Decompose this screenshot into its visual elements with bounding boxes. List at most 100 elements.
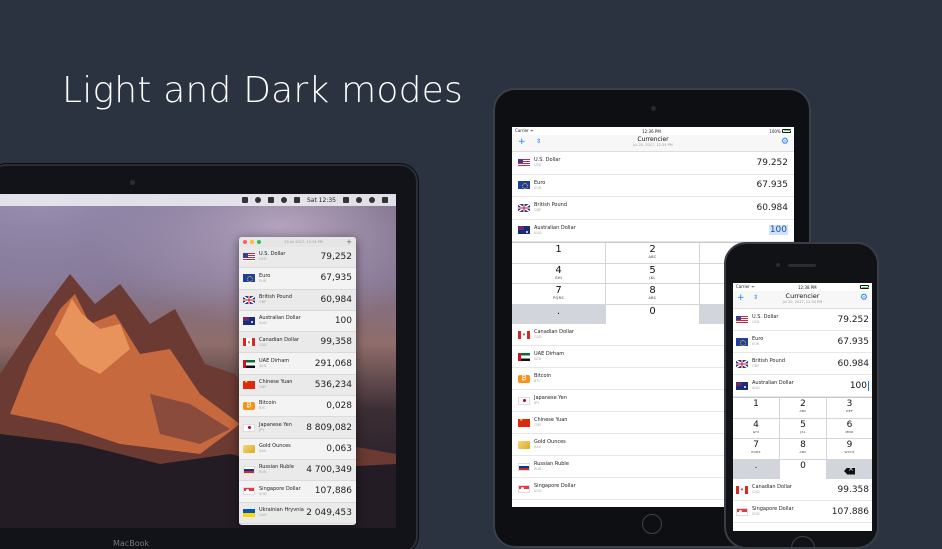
settings-gear-icon[interactable]: ⚙ [860,294,868,303]
currency-value[interactable]: 60.984 [838,359,870,369]
currency-row-eur[interactable]: Euro EUR 67.935 [512,174,794,197]
currency-value[interactable]: 79.252 [838,315,870,325]
bluetooth-icon[interactable] [267,197,274,203]
decimal-key[interactable]: . [512,304,605,324]
key-7[interactable]: 7 PQRS [512,284,605,304]
menubar-time[interactable]: Sat 12:35 [307,197,336,204]
key-8[interactable]: 8 ABC [606,284,699,304]
currency-value[interactable]: 60.984 [757,203,789,213]
currency-value[interactable]: 107,886 [315,486,352,496]
currency-row-usd[interactable]: U.S. Dollar USD 79,252 [239,247,356,269]
user-icon[interactable] [343,197,349,203]
currency-row-gbp[interactable]: British Pound GBP 60.984 [733,353,872,375]
ca-flag-icon [736,485,748,494]
macbook-device: Sat 12:35 20 Jul 2017, 12:34 PM + U.S. D… [0,164,418,549]
currency-row-eur[interactable]: Euro EUR 67,935 [239,268,356,290]
backspace-key[interactable] [827,459,872,479]
menu-list-icon[interactable] [382,197,388,203]
currency-row-xau[interactable]: Gold Ounces XAU 0,063 [239,438,356,460]
key-digit: 1 [555,244,562,255]
key-8[interactable]: 8 ABC [780,439,826,459]
minimize-window-button[interactable] [250,240,254,244]
currency-row-aed[interactable]: UAE Dirham AED 291,068 [239,353,356,375]
reorder-button[interactable]: ⇕ [536,139,541,145]
currency-row-eur[interactable]: Euro EUR 67.935 [733,331,872,353]
currency-value[interactable]: 99,358 [321,337,353,347]
currency-value[interactable]: 100 [768,225,788,236]
currency-value[interactable]: 4 700,349 [306,465,352,475]
key-5[interactable]: 5 JKL [780,418,826,438]
battery-icon[interactable] [293,197,300,203]
currency-value[interactable]: 0,063 [326,444,352,454]
add-currency-button[interactable]: + [737,294,745,303]
ru-flag-icon [243,466,255,475]
currency-value[interactable]: 99.358 [838,485,870,495]
currency-value[interactable]: 67,935 [321,273,353,283]
currency-row-usd[interactable]: U.S. Dollar USD 79.252 [512,152,794,175]
key-2[interactable]: 2 ABC [780,398,826,418]
currency-row-rub[interactable]: Russian Ruble RUB 4 700,349 [239,459,356,482]
currency-row-usd[interactable]: U.S. Dollar USD 79.252 [733,309,872,331]
home-button[interactable] [642,514,662,534]
key-7[interactable]: 7 PQRS [733,439,779,459]
decimal-key[interactable]: . [733,459,779,479]
home-button[interactable] [791,536,815,549]
currency-row-uah[interactable]: Ukrainian Hryvnia UAH 2 049,453 [239,502,356,524]
currency-value[interactable]: 67.935 [838,337,870,347]
close-window-button[interactable] [243,240,247,244]
currency-row-jpy[interactable]: Japanese Yen JPY 8 809,082 [239,417,356,439]
currency-row-btc[interactable]: BitcoinBTC0,028 [239,396,356,418]
key-1[interactable]: 1 [733,398,779,418]
currency-name: Australian Dollar [534,224,576,231]
currency-row-aud[interactable]: Australian Dollar AUD 100 [733,375,872,397]
key-6[interactable]: 6 MNO [827,418,872,438]
ca-flag-icon [243,338,255,347]
zoom-window-button[interactable] [257,240,261,244]
time-machine-icon[interactable] [254,197,261,203]
key-0[interactable]: 0 [606,304,699,324]
currency-value[interactable]: 291,068 [315,359,352,369]
currency-row-cad[interactable]: Canadian Dollar CAD 99,358 [239,332,356,354]
key-2[interactable]: 2 ABC [606,243,699,263]
currency-row-cad[interactable]: Canadian Dollar CAD 99.358 [733,479,872,501]
currency-row-gbp[interactable]: British Pound GBP 60,984 [239,289,356,311]
currency-value[interactable]: 67.935 [757,180,789,190]
key-3[interactable]: 3 DEF [827,398,872,418]
currency-value[interactable]: 2 049,453 [306,508,352,518]
currency-value[interactable]: 107.886 [832,507,869,517]
key-1[interactable]: 1 [512,243,605,263]
currency-row-aud[interactable]: Australian Dollar AUD 100 [512,219,794,242]
au-flag-icon [736,381,748,390]
add-currency-button[interactable]: + [346,238,352,246]
currency-value[interactable]: 60,984 [321,295,353,305]
key-5[interactable]: 5 JKL [606,263,699,283]
currency-code: AUD [534,230,542,235]
key-letters: ABC [799,450,807,454]
currency-value[interactable]: 536,234 [315,380,352,390]
currency-value[interactable]: 79.252 [757,158,789,168]
currency-row-sgd[interactable]: Singapore Dollar SGD 107,886 [239,481,356,503]
add-currency-button[interactable]: + [518,138,526,147]
currency-value[interactable]: 0,028 [326,401,352,411]
currencier-menu-icon[interactable] [369,197,375,203]
key-0[interactable]: 0 [780,459,826,479]
currency-row-cny[interactable]: Chinese YuanCNY536,234 [239,374,356,397]
iphone-currency-list-bottom: Canadian Dollar CAD 99.358 Singapore Dollar… [733,479,872,523]
currency-row-aud[interactable]: Australian Dollar AUD 100 [239,310,356,333]
key-9[interactable]: 9 WXYZ [827,439,872,459]
wifi-icon[interactable] [280,197,287,203]
key-4[interactable]: 4 GHI [733,418,779,438]
key-4[interactable]: 4 GHI [512,263,605,283]
display-icon[interactable] [241,197,248,203]
currency-value[interactable]: 100 [850,380,869,391]
settings-gear-icon[interactable]: ⚙ [781,138,789,147]
key-letters: DEF [846,409,853,413]
currency-value[interactable]: 8 809,082 [306,423,352,433]
currency-value[interactable]: 100 [335,316,352,326]
cn-flag-icon [243,380,255,389]
currency-value[interactable]: 79,252 [321,252,353,262]
search-icon[interactable] [356,197,362,203]
currency-row-gbp[interactable]: British Pound GBP 60.984 [512,197,794,220]
reorder-button[interactable]: ⇕ [753,295,758,301]
currency-row-sgd[interactable]: Singapore Dollar SGD 107.886 [733,501,872,523]
